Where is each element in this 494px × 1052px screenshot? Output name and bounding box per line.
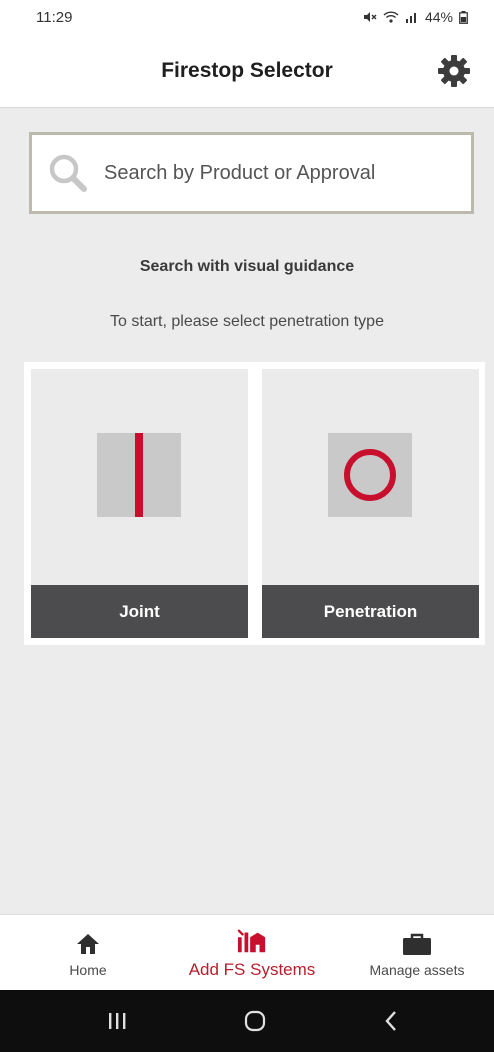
nav-label-add-fs-systems: Add FS Systems (188, 960, 316, 979)
recent-apps-icon (109, 1013, 126, 1029)
mute-icon (363, 12, 377, 22)
penetration-card-label: Penetration (262, 585, 479, 638)
nav-item-home[interactable]: Home (48, 915, 128, 991)
status-bar: 11:29 44% (0, 0, 494, 34)
battery-percent: 44% (424, 9, 453, 25)
guidance-title: Search with visual guidance (139, 258, 355, 275)
penetration-type-cards: Joint Penetration (24, 362, 485, 645)
penetration-circle-icon (344, 449, 396, 501)
battery-icon (459, 10, 468, 24)
joint-card[interactable]: Joint (31, 369, 248, 638)
search-icon (49, 154, 87, 192)
home-icon (77, 934, 99, 954)
joint-graphic (97, 433, 181, 517)
add-fs-systems-icon (237, 929, 266, 953)
app-header: Firestop Selector (0, 34, 494, 108)
bottom-nav: Home Add FS Systems Manage assets (0, 914, 494, 990)
page-title: Firestop Selector (161, 58, 333, 82)
system-home-icon (244, 1010, 266, 1032)
nav-item-manage-assets[interactable]: Manage assets (352, 915, 482, 991)
nav-item-add-fs-systems[interactable]: Add FS Systems (172, 915, 332, 991)
joint-card-label: Joint (31, 585, 248, 638)
status-indicators: 44% (363, 9, 468, 25)
signal-icon (405, 13, 416, 23)
back-chevron-icon (385, 1011, 396, 1031)
guidance-subtitle: To start, please select penetration type (110, 313, 384, 330)
penetration-card[interactable]: Penetration (262, 369, 479, 638)
joint-line-icon (135, 433, 143, 517)
system-navigation-bar (0, 990, 494, 1052)
nav-label-home: Home (69, 962, 107, 978)
gear-icon (438, 55, 470, 87)
system-home-button[interactable] (220, 990, 290, 1052)
settings-button[interactable] (436, 53, 472, 89)
nav-label-manage-assets: Manage assets (369, 962, 465, 978)
search-input[interactable] (104, 161, 444, 185)
search-box[interactable] (29, 132, 474, 214)
recent-apps-button[interactable] (82, 990, 152, 1052)
wifi-icon (383, 11, 399, 23)
status-time: 11:29 (36, 8, 73, 26)
system-back-button[interactable] (356, 990, 426, 1052)
briefcase-icon (403, 933, 431, 955)
penetration-graphic (328, 433, 412, 517)
